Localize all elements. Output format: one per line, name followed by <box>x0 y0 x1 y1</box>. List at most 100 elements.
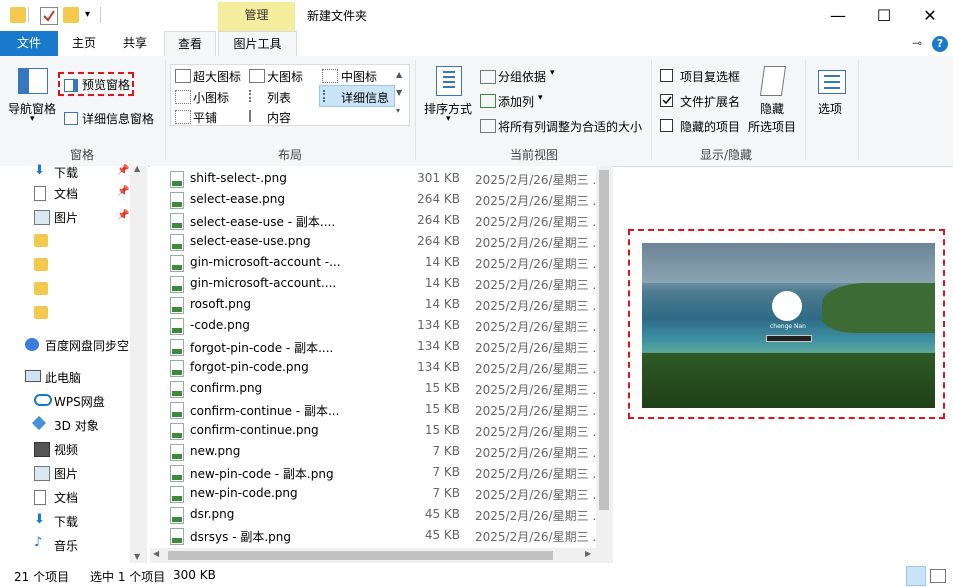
scroll-left-icon[interactable]: ◀ <box>153 549 159 558</box>
table-row[interactable]: select-ease-use - 副本.... 264 KB 2025/2月/26… <box>150 210 596 231</box>
table-row[interactable]: new-pin-code - 副本.png 7 KB 2025/2月/26/星期三 … <box>150 462 596 483</box>
large-icons-view-icon[interactable] <box>930 569 946 583</box>
table-row[interactable]: new.png 7 KB 2025/2月/26/星期三 ... <box>150 441 596 462</box>
file-list-vscrollbar[interactable] <box>596 166 613 548</box>
details-icon <box>323 90 339 102</box>
nav-item-documents[interactable]: 文档 📌 <box>0 181 130 205</box>
large-icons-icon <box>249 69 265 83</box>
tab-home[interactable]: 主页 <box>62 31 106 56</box>
size-all-columns-button[interactable]: 将所有列调整为合适的大小 <box>498 118 642 135</box>
table-row[interactable]: gin-microsoft-account.... 14 KB 2025/2月/26… <box>150 273 596 294</box>
chevron-down-icon[interactable]: ▾ <box>446 114 451 124</box>
layout-tiles[interactable]: 平铺 <box>193 109 217 126</box>
options-icon <box>818 70 846 94</box>
table-row[interactable]: new-pin-code.png 7 KB 2025/2月/26/星期三 ... <box>150 483 596 504</box>
table-row[interactable]: confirm-continue - 副本... 15 KB 2025/2月/26/… <box>150 399 596 420</box>
properties-icon[interactable] <box>40 7 58 25</box>
table-row[interactable]: gin-microsoft-account -... 14 KB 2025/2月/2… <box>150 252 596 273</box>
layout-large-icons[interactable]: 大图标 <box>267 68 303 85</box>
add-column-button[interactable]: 添加列 <box>498 93 534 110</box>
nav-scrollbar[interactable]: ▲ ▼ <box>130 164 147 563</box>
divider <box>805 60 806 160</box>
nav-item-baidu[interactable]: 百度网盘同步空 <box>0 333 130 357</box>
pin-icon[interactable]: 📌 <box>117 210 129 221</box>
status-size: 300 KB <box>173 568 216 582</box>
item-checkboxes-label[interactable]: 项目复选框 <box>680 68 740 85</box>
scroll-right-icon[interactable]: ▶ <box>585 549 591 558</box>
layout-medium-icons[interactable]: 中图标 <box>341 68 377 85</box>
chevron-down-icon[interactable]: ▾ <box>85 7 101 23</box>
layout-small-icons[interactable]: 小图标 <box>193 89 229 106</box>
nav-item-folder[interactable] <box>0 253 130 277</box>
group-by-button[interactable]: 分组依据 <box>498 68 546 85</box>
file-list-hscrollbar[interactable]: ◀ ▶ <box>150 548 613 563</box>
new-folder-icon[interactable] <box>63 7 79 23</box>
nav-item-folder[interactable] <box>0 229 130 253</box>
nav-item-downloads-pc[interactable]: ⬇ 下载 <box>0 509 130 533</box>
nav-item-pictures[interactable]: 图片 📌 <box>0 205 130 229</box>
download-arrow-icon: ⬇ <box>34 163 45 178</box>
scroll-up-icon[interactable]: ▲ <box>134 164 140 173</box>
item-checkboxes-checkbox[interactable] <box>660 69 673 82</box>
tab-picture-tools[interactable]: 图片工具 <box>218 31 297 57</box>
layout-scroll-icons[interactable]: ▲ ▼ ▾ <box>396 66 402 120</box>
table-row[interactable]: dsrsys - 副本.png 45 KB 2025/2月/26/星期三 ... <box>150 525 596 546</box>
help-icon[interactable]: ? <box>932 36 948 52</box>
nav-item-wps[interactable]: WPS网盘 <box>0 389 130 413</box>
pin-icon[interactable]: 📌 <box>117 186 129 197</box>
scroll-thumb[interactable] <box>599 170 609 510</box>
chevron-down-icon[interactable]: ▾ <box>30 114 35 124</box>
table-row[interactable]: rosoft.png 14 KB 2025/2月/26/星期三 ... <box>150 294 596 315</box>
table-row[interactable]: forgot-pin-code - 副本.... 134 KB 2025/2月/26… <box>150 336 596 357</box>
picture-icon <box>34 210 50 225</box>
details-pane-button[interactable]: 详细信息窗格 <box>82 110 154 127</box>
table-row[interactable]: select-ease.png 264 KB 2025/2月/26/星期三 ... <box>150 189 596 210</box>
tab-view[interactable]: 查看 <box>164 31 216 57</box>
file-name: forgot-pin-code - 副本.... <box>190 341 334 355</box>
tab-share[interactable]: 共享 <box>112 31 158 56</box>
baidu-cloud-icon <box>25 338 39 351</box>
layout-list[interactable]: 列表 <box>267 89 291 106</box>
nav-item-this-pc[interactable]: 此电脑 <box>0 365 130 389</box>
table-row[interactable]: shift-select-.png 301 KB 2025/2月/26/星期三 ..… <box>150 168 596 189</box>
tab-manage[interactable]: 管理 <box>218 2 295 31</box>
nav-item-documents-pc[interactable]: 文档 <box>0 485 130 509</box>
table-row[interactable]: confirm.png 15 KB 2025/2月/26/星期三 ... <box>150 378 596 399</box>
file-date: 2025/2月/26/星期三 ... <box>475 404 596 418</box>
scroll-down-icon[interactable]: ▼ <box>134 552 140 561</box>
hide-selected-label-2[interactable]: 所选项目 <box>748 118 796 135</box>
table-row[interactable]: confirm-continue.png 15 KB 2025/2月/26/星期三 … <box>150 420 596 441</box>
add-column-icon <box>480 94 496 108</box>
nav-item-videos[interactable]: 视频 <box>0 437 130 461</box>
table-row[interactable]: dsr.png 45 KB 2025/2月/26/星期三 ... <box>150 504 596 525</box>
chevron-down-icon[interactable]: ▾ <box>550 68 555 78</box>
file-extensions-label[interactable]: 文件扩展名 <box>680 93 740 110</box>
nav-item-music[interactable]: ♪ 音乐 <box>0 533 130 557</box>
tab-file[interactable]: 文件 <box>0 31 58 56</box>
options-button[interactable]: 选项 <box>818 100 842 117</box>
details-view-icon[interactable] <box>906 566 926 586</box>
nav-item-folder[interactable] <box>0 277 130 301</box>
layout-content[interactable]: 内容 <box>267 109 291 126</box>
pin-ribbon-icon[interactable]: ⊸ <box>912 36 922 50</box>
minimize-button[interactable]: — <box>815 0 861 31</box>
table-row[interactable]: forgot-pin-code.png 134 KB 2025/2月/26/星期三 … <box>150 357 596 378</box>
table-row[interactable]: select-ease-use.png 264 KB 2025/2月/26/星期三 … <box>150 231 596 252</box>
maximize-button[interactable]: ☐ <box>861 0 907 31</box>
hide-selected-label-1[interactable]: 隐藏 <box>760 100 784 117</box>
pin-icon[interactable]: 📌 <box>117 165 129 176</box>
file-size: 301 KB <box>417 171 460 185</box>
close-button[interactable]: ✕ <box>907 0 953 31</box>
layout-details[interactable]: 详细信息 <box>341 89 389 106</box>
file-extensions-checkbox[interactable] <box>660 94 673 107</box>
layout-extra-large-icons[interactable]: 超大图标 <box>193 68 241 85</box>
hidden-items-label[interactable]: 隐藏的项目 <box>680 118 740 135</box>
table-row[interactable]: -code.png 134 KB 2025/2月/26/星期三 ... <box>150 315 596 336</box>
scroll-thumb[interactable] <box>168 551 553 560</box>
chevron-down-icon[interactable]: ▾ <box>538 93 543 103</box>
hidden-items-checkbox[interactable] <box>660 119 673 132</box>
nav-item-3d-objects[interactable]: 3D 对象 <box>0 413 130 437</box>
nav-item-pictures-pc[interactable]: 图片 <box>0 461 130 485</box>
preview-pane-button[interactable]: 预览窗格 <box>82 76 130 93</box>
nav-item-folder[interactable] <box>0 301 130 325</box>
